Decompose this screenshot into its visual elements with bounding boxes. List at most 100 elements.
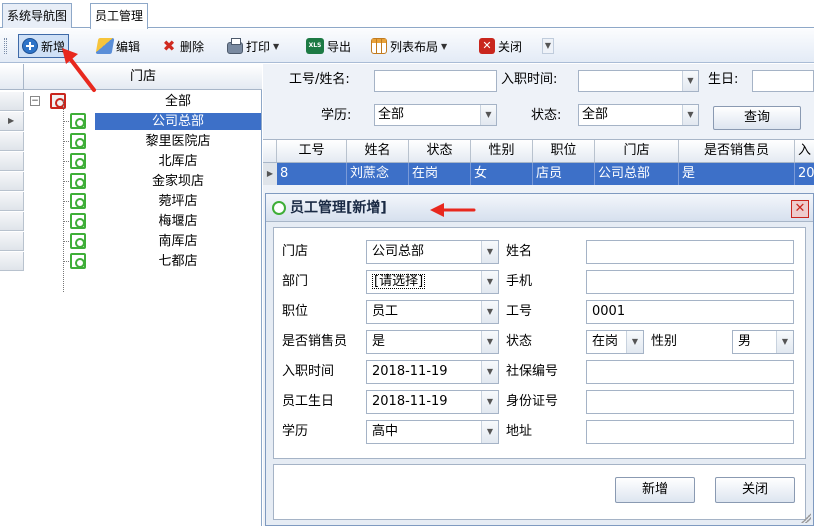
grid-header-indicator	[263, 140, 277, 162]
chevron-down-icon[interactable]: ▼	[682, 105, 698, 125]
address-input[interactable]	[586, 420, 794, 444]
toolbar-overflow-button[interactable]: ▼	[542, 38, 554, 54]
tree-item[interactable]: 梅堰店	[0, 212, 262, 231]
header-indicator	[0, 64, 24, 90]
dialog-title-bar[interactable]: 员工管理[新增] ✕	[266, 194, 813, 222]
hire-date-value: 2018-11-19	[372, 364, 448, 379]
hire-date-filter-select[interactable]: ▼	[578, 70, 699, 92]
phone-input[interactable]	[586, 270, 794, 294]
toolbar-grip[interactable]	[4, 38, 7, 54]
birthday-picker[interactable]: 2018-11-19 ▼	[366, 390, 499, 414]
name-field-label: 姓名	[506, 244, 533, 259]
tree-root-label: 全部	[164, 94, 191, 109]
excel-icon: XLS	[306, 38, 324, 54]
cell-name: 刘蔗念	[347, 163, 409, 185]
tree-root-row[interactable]: − 全部	[0, 92, 262, 111]
query-button[interactable]: 查询	[713, 106, 801, 130]
tree-item[interactable]: 菀坪店	[0, 192, 262, 211]
export-button[interactable]: XLS 导出	[303, 35, 354, 57]
chevron-down-icon[interactable]: ▼	[481, 331, 498, 353]
column-header-is-sales[interactable]: 是否销售员	[679, 140, 795, 162]
gender-select-value: 男	[738, 334, 752, 349]
tab-employee-management[interactable]: 员工管理	[90, 3, 149, 29]
phone-field-label: 手机	[506, 274, 533, 289]
dialog-close-button[interactable]: 关闭	[715, 477, 795, 503]
department-select[interactable]: [请选择] ▼	[366, 270, 499, 294]
store-select[interactable]: 公司总部 ▼	[366, 240, 499, 264]
edit-button-label: 编辑	[116, 39, 141, 54]
position-select[interactable]: 员工 ▼	[366, 300, 499, 324]
dialog-form: 门店 公司总部 ▼ 部门 [请选择] ▼ 职位 员工 ▼ 是否销售员 是 ▼ 入…	[273, 227, 806, 459]
column-header-store[interactable]: 门店	[595, 140, 679, 162]
delete-x-icon: ✖	[162, 37, 176, 55]
education-filter-label: 学历:	[321, 108, 352, 123]
birthday-field-label: 员工生日	[282, 394, 335, 409]
is-sales-select[interactable]: 是 ▼	[366, 330, 499, 354]
store-icon	[70, 153, 86, 169]
tree-item[interactable]: 北厍店	[0, 152, 262, 171]
chevron-down-icon[interactable]: ▼	[480, 105, 496, 125]
birthday-filter-input[interactable]	[752, 70, 814, 92]
tree-item[interactable]: ▶ 公司总部	[0, 112, 262, 131]
column-header-id[interactable]: 工号	[277, 140, 347, 162]
chevron-down-icon[interactable]: ▼	[682, 71, 698, 91]
employee-add-dialog: 员工管理[新增] ✕ 门店 公司总部 ▼ 部门 [请选择] ▼ 职位 员工 ▼ …	[265, 193, 814, 526]
pencil-icon	[95, 38, 115, 54]
id-name-filter-input[interactable]	[374, 70, 497, 92]
tree-item[interactable]: 金家坝店	[0, 172, 262, 191]
employee-id-input[interactable]: 0001	[586, 300, 794, 324]
department-field-label: 部门	[282, 274, 309, 289]
tree-item[interactable]: 七都店	[0, 252, 262, 271]
tab-bar: 系统导航图 员工管理	[0, 0, 814, 29]
chevron-down-icon[interactable]: ▼	[776, 331, 793, 353]
column-header-hire[interactable]: 入	[795, 140, 814, 162]
status-filter-select[interactable]: 全部 ▼	[578, 104, 699, 126]
row-indicator	[0, 132, 24, 151]
chevron-down-icon[interactable]: ▼	[626, 331, 643, 353]
birthday-filter-label: 生日:	[708, 72, 739, 87]
store-icon	[70, 113, 86, 129]
education-filter-select[interactable]: 全部 ▼	[374, 104, 497, 126]
close-button[interactable]: ✕ 关闭	[476, 35, 525, 57]
store-icon	[70, 253, 86, 269]
chevron-down-icon[interactable]: ▼	[481, 241, 498, 263]
column-header-gender[interactable]: 性别	[471, 140, 533, 162]
chevron-down-icon[interactable]: ▼	[481, 301, 498, 323]
resize-grip-icon[interactable]	[801, 513, 811, 523]
delete-button[interactable]: ✖ 删除	[158, 35, 207, 57]
name-input[interactable]	[586, 240, 794, 264]
cell-is-sales: 是	[679, 163, 795, 185]
column-header-status[interactable]: 状态	[409, 140, 471, 162]
social-security-input[interactable]	[586, 360, 794, 384]
list-layout-button-label: 列表布局	[390, 39, 439, 54]
chevron-down-icon[interactable]: ▼	[481, 421, 498, 443]
print-button[interactable]: 打印 ▼	[224, 35, 282, 57]
chevron-down-icon[interactable]: ▼	[481, 391, 498, 413]
app-icon	[272, 201, 286, 215]
edit-button[interactable]: 编辑	[94, 35, 143, 57]
position-select-value: 员工	[372, 304, 399, 319]
collapse-icon[interactable]: −	[30, 96, 40, 106]
status-select[interactable]: 在岗 ▼	[586, 330, 644, 354]
dialog-title: 员工管理[新增]	[290, 200, 387, 216]
column-header-position[interactable]: 职位	[533, 140, 595, 162]
chevron-down-icon[interactable]: ▼	[481, 271, 498, 293]
tree-item[interactable]: 南厍店	[0, 232, 262, 251]
chevron-down-icon: ▼	[441, 41, 448, 51]
tab-system-navigation[interactable]: 系统导航图	[2, 3, 73, 28]
status-filter-label: 状态:	[531, 108, 562, 123]
dialog-add-button[interactable]: 新增	[615, 477, 695, 503]
status-select-value: 在岗	[592, 334, 619, 349]
table-row[interactable]: ▶ 8 刘蔗念 在岗 女 店员 公司总部 是 20	[263, 163, 814, 185]
tree-item-label: 七都店	[158, 254, 198, 269]
chevron-down-icon[interactable]: ▼	[481, 361, 498, 383]
hire-date-picker[interactable]: 2018-11-19 ▼	[366, 360, 499, 384]
column-header-name[interactable]: 姓名	[347, 140, 409, 162]
education-select[interactable]: 高中 ▼	[366, 420, 499, 444]
list-layout-button[interactable]: 列表布局 ▼	[368, 35, 450, 57]
tree-item[interactable]: 黎里医院店	[0, 132, 262, 151]
hire-date-field-label: 入职时间	[282, 364, 335, 379]
dialog-close-icon[interactable]: ✕	[791, 200, 809, 218]
gender-select[interactable]: 男 ▼	[732, 330, 794, 354]
id-card-input[interactable]	[586, 390, 794, 414]
